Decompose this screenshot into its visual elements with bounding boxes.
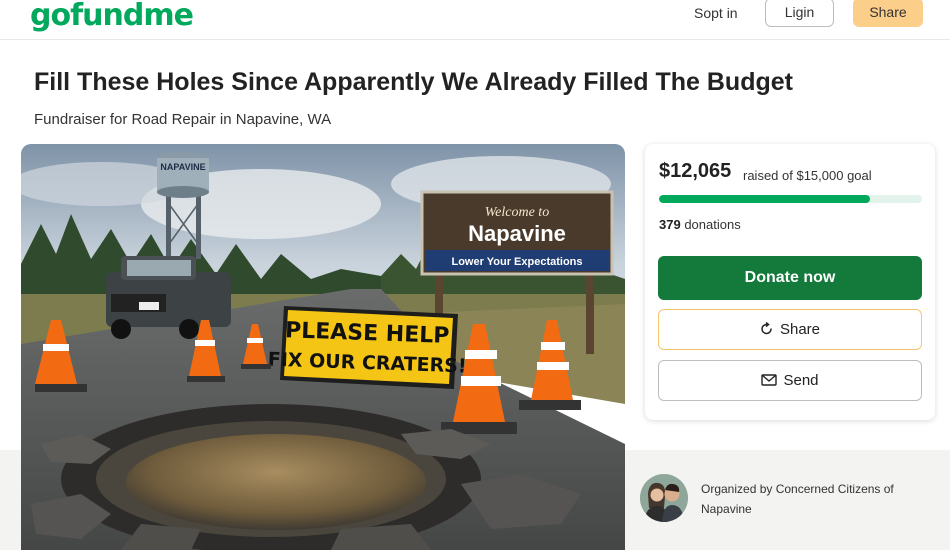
envelope-icon (761, 374, 778, 386)
share-button[interactable]: Share (658, 309, 922, 350)
donations-count: 379 donations (659, 217, 741, 232)
town-name-text: Napavine (468, 221, 566, 246)
donations-label: donations (684, 217, 741, 232)
donate-now-button[interactable]: Donate now (658, 256, 922, 300)
please-help-sign: PLEASE HELP FIX OUR CRATERS! (267, 306, 467, 389)
raised-amount: $12,065 (659, 160, 732, 182)
send-label: Send (783, 372, 819, 389)
share-arrow-icon (761, 322, 772, 335)
send-button[interactable]: Send (658, 360, 922, 401)
campaign-subtitle: Fundraiser for Road Repair in Napavine, … (34, 111, 332, 128)
top-navigation-bar: gofundme Sopt in Ligin Share (0, 0, 950, 40)
share-label: Share (779, 321, 821, 338)
organizer-avatar[interactable] (640, 474, 688, 522)
donations-number: 379 (659, 217, 681, 232)
donation-card: $12,065 raised of $15,000 goal 379 donat… (645, 144, 935, 420)
gofundme-logo[interactable]: gofundme (30, 0, 194, 33)
organizer-text: Organized by Concerned Citizens of Napav… (701, 482, 894, 516)
water-tower-text: NAPAVINE (160, 162, 205, 172)
header-share-button[interactable]: Share (853, 0, 923, 27)
campaign-title: Fill These Holes Since Apparently We Alr… (34, 68, 793, 96)
welcome-text: Welcome to (485, 205, 549, 220)
organizer-section: Organized by Concerned Citizens of Napav… (640, 472, 940, 532)
tagline-text: Lower Your Expectations (451, 256, 582, 268)
progress-bar (659, 195, 922, 203)
raised-goal-text: raised of $15,000 goal (743, 168, 872, 183)
login-button[interactable]: Ligin (765, 0, 834, 27)
progress-bar-fill (659, 195, 871, 203)
campaign-hero-image[interactable]: NAPAVINE Welcome to Napavine Lower Your … (21, 144, 625, 550)
sign-in-link[interactable]: Sopt in (694, 5, 738, 21)
